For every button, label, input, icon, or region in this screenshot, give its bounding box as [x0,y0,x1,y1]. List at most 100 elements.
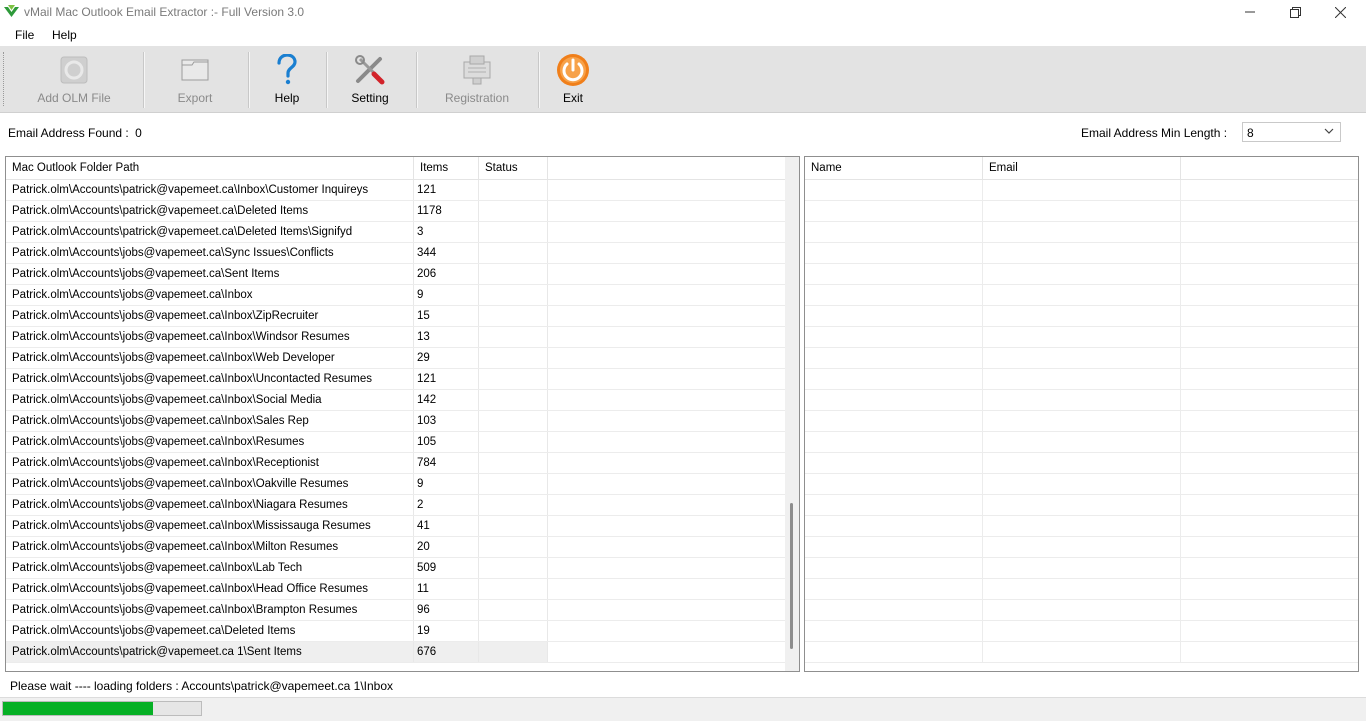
email-cell [983,411,1181,431]
registration-button[interactable]: Registration [436,46,518,112]
table-row[interactable]: Patrick.olm\Accounts\jobs@vapemeet.ca\In… [6,348,786,369]
emails-table-header: Name Email [805,157,1358,180]
minimize-icon[interactable] [1227,0,1273,24]
table-row[interactable]: Patrick.olm\Accounts\jobs@vapemeet.ca\In… [6,453,786,474]
items-count-cell: 29 [414,348,479,368]
table-row[interactable]: Patrick.olm\Accounts\jobs@vapemeet.ca\In… [6,474,786,495]
status-cell [479,264,548,284]
folder-path-cell: Patrick.olm\Accounts\jobs@vapemeet.ca\Se… [6,264,414,284]
table-row[interactable]: Patrick.olm\Accounts\jobs@vapemeet.ca\Sy… [6,243,786,264]
table-row[interactable]: Patrick.olm\Accounts\jobs@vapemeet.ca\In… [6,369,786,390]
name-cell [805,642,983,662]
name-cell [805,453,983,473]
status-cell [479,201,548,221]
name-cell [805,264,983,284]
folders-table[interactable]: Mac Outlook Folder Path Items Status Pat… [5,156,800,672]
folder-path-cell: Patrick.olm\Accounts\jobs@vapemeet.ca\De… [6,621,414,641]
items-count-cell: 509 [414,558,479,578]
table-row[interactable]: Patrick.olm\Accounts\jobs@vapemeet.ca\Se… [6,264,786,285]
email-cell [983,432,1181,452]
folder-path-cell: Patrick.olm\Accounts\jobs@vapemeet.ca\In… [6,306,414,326]
table-row[interactable]: Patrick.olm\Accounts\patrick@vapemeet.ca… [6,642,786,663]
empty-row [805,537,1358,558]
status-cell [479,390,548,410]
status-cell [479,369,548,389]
items-count-cell: 41 [414,516,479,536]
table-row[interactable]: Patrick.olm\Accounts\jobs@vapemeet.ca\In… [6,516,786,537]
email-cell [983,348,1181,368]
name-cell [805,579,983,599]
status-text: Please wait ---- loading folders : Accou… [10,679,394,693]
email-cell [983,327,1181,347]
email-cell [983,306,1181,326]
export-label: Export [177,91,213,105]
close-icon[interactable] [1317,0,1363,24]
column-header-items[interactable]: Items [414,157,479,179]
name-cell [805,243,983,263]
folder-path-cell: Patrick.olm\Accounts\jobs@vapemeet.ca\In… [6,579,414,599]
folder-path-cell: Patrick.olm\Accounts\jobs@vapemeet.ca\In… [6,432,414,452]
email-cell [983,642,1181,662]
folder-path-cell: Patrick.olm\Accounts\jobs@vapemeet.ca\In… [6,453,414,473]
folders-table-header: Mac Outlook Folder Path Items Status [6,157,786,180]
help-button[interactable]: Help [260,46,314,112]
empty-row [805,558,1358,579]
name-cell [805,621,983,641]
export-button[interactable]: Export [160,46,230,112]
registration-label: Registration [444,91,510,105]
table-row[interactable]: Patrick.olm\Accounts\jobs@vapemeet.ca\In… [6,558,786,579]
table-row[interactable]: Patrick.olm\Accounts\jobs@vapemeet.ca\In… [6,327,786,348]
menu-file[interactable]: File [15,28,34,42]
table-row[interactable]: Patrick.olm\Accounts\jobs@vapemeet.ca\De… [6,621,786,642]
empty-row [805,621,1358,642]
column-header-name[interactable]: Name [805,157,983,179]
table-row[interactable]: Patrick.olm\Accounts\patrick@vapemeet.ca… [6,180,786,201]
table-row[interactable]: Patrick.olm\Accounts\jobs@vapemeet.ca\In… [6,600,786,621]
toolbar-grip[interactable] [3,52,7,106]
status-cell [479,306,548,326]
status-cell [479,495,548,515]
min-length-select[interactable]: 8 [1242,122,1341,142]
toolbar-separator [326,52,328,108]
add-olm-file-button[interactable]: Add OLM File [22,46,126,112]
table-row[interactable]: Patrick.olm\Accounts\jobs@vapemeet.ca\In… [6,579,786,600]
folders-scrollbar[interactable] [785,157,799,671]
emails-table[interactable]: Name Email [804,156,1359,672]
email-cell [983,180,1181,200]
min-length-label: Email Address Min Length : [1081,126,1228,140]
table-row[interactable]: Patrick.olm\Accounts\jobs@vapemeet.ca\In… [6,432,786,453]
column-header-path[interactable]: Mac Outlook Folder Path [6,157,414,179]
setting-button[interactable]: Setting [338,46,402,112]
title-bar: vMail Mac Outlook Email Extractor :- Ful… [0,0,1366,24]
table-row[interactable]: Patrick.olm\Accounts\jobs@vapemeet.ca\In… [6,390,786,411]
restore-icon[interactable] [1272,0,1318,24]
empty-row [805,495,1358,516]
column-header-status[interactable]: Status [479,157,548,179]
email-cell [983,600,1181,620]
exit-button[interactable]: Exit [552,46,594,112]
empty-row [805,390,1358,411]
table-row[interactable]: Patrick.olm\Accounts\jobs@vapemeet.ca\In… [6,285,786,306]
name-cell [805,327,983,347]
table-row[interactable]: Patrick.olm\Accounts\patrick@vapemeet.ca… [6,201,786,222]
table-row[interactable]: Patrick.olm\Accounts\jobs@vapemeet.ca\In… [6,495,786,516]
menu-help[interactable]: Help [52,28,77,42]
status-cell [479,537,548,557]
help-label: Help [274,91,300,105]
column-header-email[interactable]: Email [983,157,1181,179]
table-row[interactable]: Patrick.olm\Accounts\jobs@vapemeet.ca\In… [6,306,786,327]
name-cell [805,432,983,452]
setting-label: Setting [351,91,389,105]
scrollbar-thumb[interactable] [790,503,793,649]
email-cell [983,243,1181,263]
app-logo-icon [4,5,19,17]
status-cell [479,348,548,368]
table-row[interactable]: Patrick.olm\Accounts\patrick@vapemeet.ca… [6,222,786,243]
empty-row [805,600,1358,621]
email-found-value: 0 [135,126,142,140]
empty-row [805,516,1358,537]
table-row[interactable]: Patrick.olm\Accounts\jobs@vapemeet.ca\In… [6,411,786,432]
email-cell [983,369,1181,389]
table-row[interactable]: Patrick.olm\Accounts\jobs@vapemeet.ca\In… [6,537,786,558]
email-cell [983,285,1181,305]
